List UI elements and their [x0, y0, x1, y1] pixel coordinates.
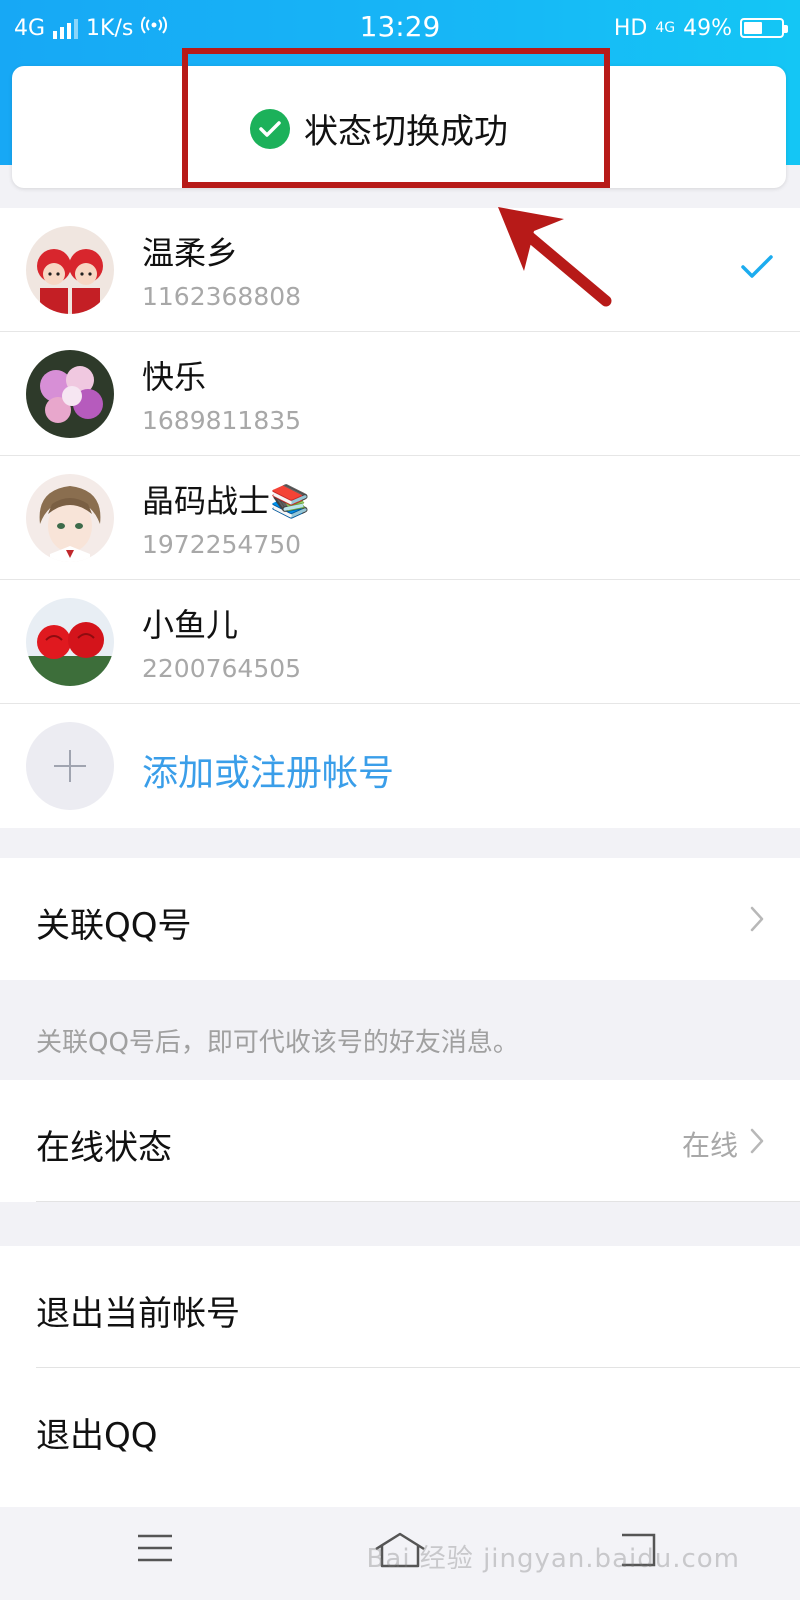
account-name: 小鱼儿	[142, 606, 239, 644]
chevron-right-icon	[750, 906, 764, 936]
online-status-label: 在线状态	[36, 1128, 172, 1168]
flowers-avatar	[26, 350, 114, 438]
selected-check-icon	[740, 254, 774, 284]
watermark: Bai 经验 jingyan.baidu.com	[366, 1544, 740, 1574]
link-qq-item[interactable]: 关联QQ号	[0, 858, 800, 980]
chevron-right-icon	[750, 1128, 764, 1158]
hd-label: HD	[613, 15, 648, 41]
link-qq-note: 关联QQ号后，即可代收该号的好友消息。	[36, 1028, 519, 1058]
account-name: 晶码战士📚	[142, 482, 310, 520]
annotation-frame	[182, 48, 610, 188]
exit-qq-label: 退出QQ	[36, 1416, 158, 1456]
account-qq-number: 1972254750	[142, 530, 302, 559]
battery-percent: 49%	[683, 15, 732, 41]
anime-boy-avatar	[26, 474, 114, 562]
roses-avatar	[26, 598, 114, 686]
battery-icon	[740, 18, 788, 38]
logout-account-item[interactable]: 退出当前帐号	[0, 1246, 800, 1368]
account-row[interactable]: 温柔乡 1162368808	[0, 208, 800, 332]
network-type-right: 4G	[655, 20, 676, 36]
logout-account-label: 退出当前帐号	[36, 1294, 240, 1334]
annotation-arrow-icon	[498, 207, 612, 307]
account-name: 温柔乡	[142, 234, 239, 272]
online-status-value: 在线	[681, 1129, 738, 1162]
menu-icon[interactable]	[136, 1531, 174, 1569]
plus-icon	[26, 722, 114, 810]
account-qq-number: 1162368808	[142, 282, 302, 311]
online-status-item[interactable]: 在线状态 在线	[0, 1080, 800, 1202]
exit-qq-item[interactable]: 退出QQ	[0, 1368, 800, 1507]
account-row[interactable]: 快乐 1689811835	[0, 332, 800, 456]
account-name: 快乐	[142, 358, 207, 396]
account-list: 温柔乡 1162368808 快乐 1689811835 晶码战士📚 19722…	[0, 208, 800, 828]
account-qq-number: 1689811835	[142, 406, 302, 435]
dolls-avatar	[26, 226, 114, 314]
add-account-label: 添加或注册帐号	[142, 753, 395, 794]
status-right: HD 4G 49%	[613, 12, 788, 44]
add-account-button[interactable]: 添加或注册帐号	[0, 704, 800, 828]
account-qq-number: 2200764505	[142, 654, 302, 683]
account-row[interactable]: 小鱼儿 2200764505	[0, 580, 800, 704]
account-row[interactable]: 晶码战士📚 1972254750	[0, 456, 800, 580]
divider	[36, 1201, 800, 1202]
link-qq-label: 关联QQ号	[36, 906, 192, 946]
